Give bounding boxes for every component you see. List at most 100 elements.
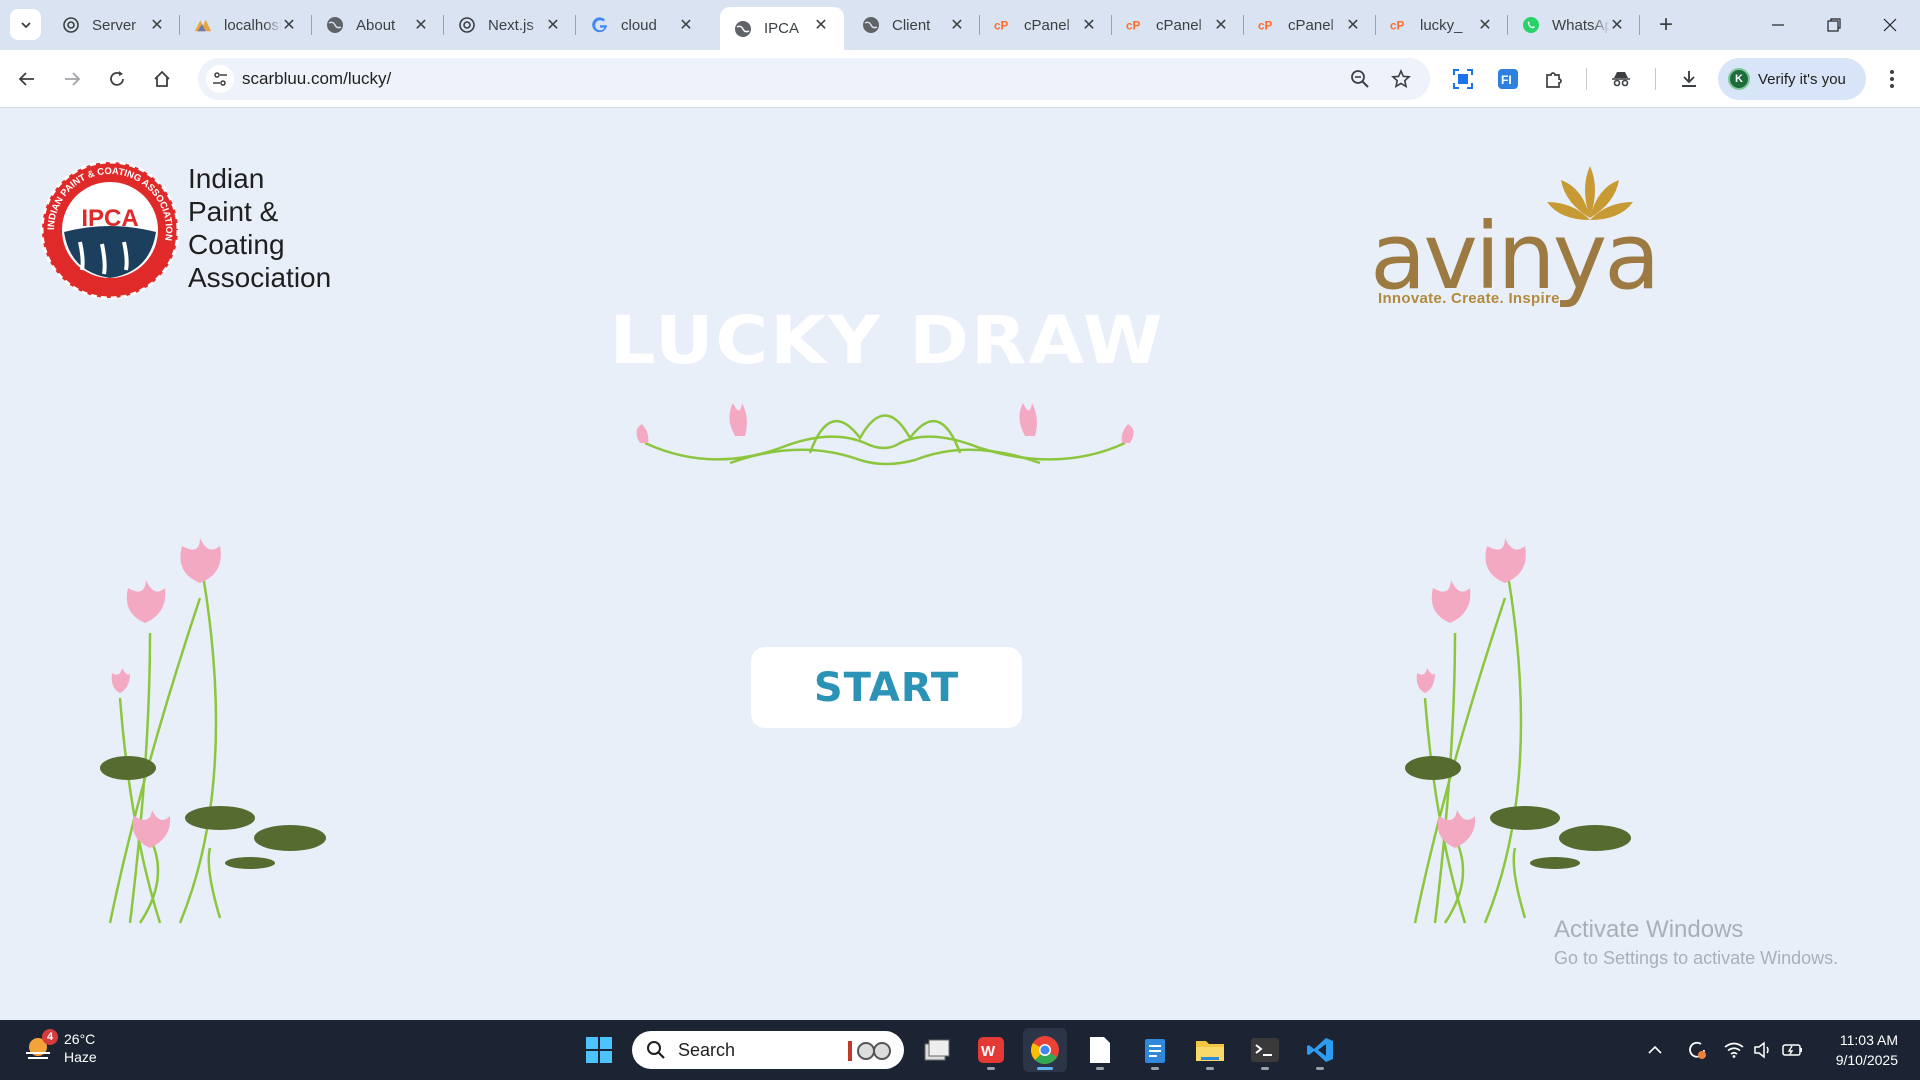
tab-about[interactable]: About ✕ — [312, 7, 444, 43]
weather-temp: 26°C — [64, 1031, 96, 1047]
close-window-button[interactable] — [1862, 0, 1918, 50]
close-icon[interactable]: ✕ — [544, 16, 562, 34]
fi-extension-button[interactable]: FI — [1492, 63, 1524, 95]
tab-cpanel-1[interactable]: cP cPanel ✕ — [980, 7, 1112, 43]
ipca-line-4: Association — [188, 262, 332, 293]
close-icon[interactable]: ✕ — [1344, 16, 1362, 34]
arrow-right-icon — [65, 72, 81, 86]
weather-widget[interactable]: 4 26°C Haze — [22, 1029, 97, 1066]
close-icon[interactable]: ✕ — [1476, 16, 1494, 34]
close-icon[interactable]: ✕ — [812, 16, 830, 34]
profile-chip[interactable]: K Verify it's you — [1718, 58, 1866, 100]
tab-title: About — [356, 16, 396, 34]
close-icon[interactable]: ✕ — [1608, 16, 1626, 34]
start-menu-button[interactable] — [577, 1028, 621, 1072]
arrow-left-icon — [18, 72, 34, 86]
bookmark-star-icon[interactable] — [1389, 67, 1413, 91]
close-icon[interactable]: ✕ — [280, 16, 298, 34]
terminal-app[interactable] — [1243, 1028, 1287, 1072]
weather-condition: Haze — [64, 1049, 97, 1065]
tab-title: cPanel — [1156, 16, 1202, 34]
lotus-plant-left — [100, 538, 326, 924]
tab-client[interactable]: Client ✕ — [848, 7, 980, 43]
folder-icon — [1196, 1041, 1224, 1061]
profile-label: Verify it's you — [1758, 70, 1846, 88]
clock-date: 9/10/2025 — [1835, 1052, 1898, 1068]
task-view-button[interactable] — [915, 1028, 959, 1072]
weather-badge: 4 — [42, 1029, 58, 1045]
search-icon — [647, 1041, 665, 1059]
tab-title: Next.js — [488, 16, 534, 34]
file-explorer-app[interactable] — [1188, 1028, 1232, 1072]
volume-tray-button[interactable] — [1749, 1020, 1777, 1080]
watermark-title: Activate Windows — [1554, 916, 1744, 943]
svg-text:cP: cP — [1126, 20, 1141, 33]
browser-toolbar: scarbluu.com/lucky/ FI K Verify it's you — [0, 50, 1920, 108]
forward-button[interactable] — [56, 63, 88, 95]
terminal-icon — [1251, 1038, 1279, 1062]
battery-tray-button[interactable] — [1779, 1020, 1807, 1080]
file-app[interactable] — [1078, 1028, 1122, 1072]
minimize-button[interactable] — [1750, 0, 1806, 50]
clock-time: 11:03 AM — [1839, 1032, 1898, 1048]
weather-haze-icon: 4 — [22, 1029, 58, 1065]
site-info-button[interactable] — [206, 65, 234, 93]
tab-title: cPanel — [1288, 16, 1334, 34]
cpanel-icon: cP — [1390, 16, 1408, 34]
extensions-button[interactable] — [1538, 63, 1570, 95]
address-bar[interactable]: scarbluu.com/lucky/ — [198, 58, 1430, 100]
sync-icon — [1689, 1041, 1706, 1059]
system-clock[interactable]: 11:03 AM 9/10/2025 — [1818, 1030, 1898, 1070]
close-icon[interactable]: ✕ — [412, 16, 430, 34]
tab-cpanel-3[interactable]: cP cPanel ✕ — [1244, 7, 1376, 43]
back-button[interactable] — [11, 63, 43, 95]
wps-office-app[interactable]: W — [969, 1028, 1013, 1072]
new-tab-button[interactable]: + — [1652, 11, 1680, 39]
menu-button[interactable] — [1876, 63, 1908, 95]
google-icon — [591, 16, 609, 34]
restore-icon — [1827, 18, 1841, 32]
close-icon[interactable]: ✕ — [148, 16, 166, 34]
ipca-logo: IPCA INDIAN PAINT & COATING ASSOCIATION — [40, 160, 180, 300]
openai-icon — [458, 16, 476, 34]
plus-icon: + — [1658, 11, 1673, 38]
tab-server[interactable]: Server ✕ — [48, 7, 180, 43]
close-icon[interactable]: ✕ — [677, 16, 695, 34]
wifi-tray-button[interactable] — [1720, 1020, 1748, 1080]
reload-icon — [110, 71, 124, 86]
cpanel-icon: cP — [1258, 16, 1276, 34]
taskbar-search[interactable]: Search — [632, 1031, 904, 1069]
tab-localhost[interactable]: localhost ✕ — [180, 7, 312, 43]
tab-lucky[interactable]: cP lucky_ ✕ — [1376, 7, 1508, 43]
close-icon[interactable]: ✕ — [1212, 16, 1230, 34]
downloads-button[interactable] — [1673, 63, 1705, 95]
close-icon[interactable]: ✕ — [1080, 16, 1098, 34]
home-button[interactable] — [146, 63, 178, 95]
reload-button[interactable] — [101, 63, 133, 95]
show-hidden-icons-button[interactable] — [1640, 1020, 1670, 1080]
sync-tray-button[interactable] — [1682, 1020, 1712, 1080]
url-text[interactable]: scarbluu.com/lucky/ — [242, 69, 391, 89]
vscode-app[interactable] — [1298, 1028, 1342, 1072]
chevron-down-icon — [20, 21, 31, 28]
tab-cpanel-2[interactable]: cP cPanel ✕ — [1112, 7, 1244, 43]
tab-search-button[interactable] — [10, 9, 41, 40]
ipca-name: Indian Paint & Coating Association — [188, 162, 331, 294]
tab-whatsapp[interactable]: WhatsApp ✕ — [1508, 7, 1640, 43]
page-content: IPCA INDIAN PAINT & COATING ASSOCIATION … — [0, 108, 1920, 1020]
phpmyadmin-icon — [194, 16, 212, 34]
screenshot-extension-button[interactable] — [1447, 63, 1479, 95]
tab-nextjs[interactable]: Next.js ✕ — [444, 7, 576, 43]
tab-cloud[interactable]: cloud ✕ — [577, 7, 709, 43]
restore-button[interactable] — [1806, 0, 1862, 50]
notepad-app[interactable] — [1133, 1028, 1177, 1072]
search-placeholder: Search — [678, 1039, 736, 1060]
start-button[interactable]: START — [751, 647, 1022, 728]
tab-ipca[interactable]: IPCA ✕ — [720, 7, 844, 50]
minimize-icon — [1772, 24, 1784, 26]
incognito-button[interactable] — [1605, 63, 1637, 95]
chrome-app[interactable] — [1023, 1028, 1067, 1072]
close-icon[interactable]: ✕ — [948, 16, 966, 34]
zoom-icon[interactable] — [1348, 67, 1372, 91]
globe-icon — [862, 16, 880, 34]
